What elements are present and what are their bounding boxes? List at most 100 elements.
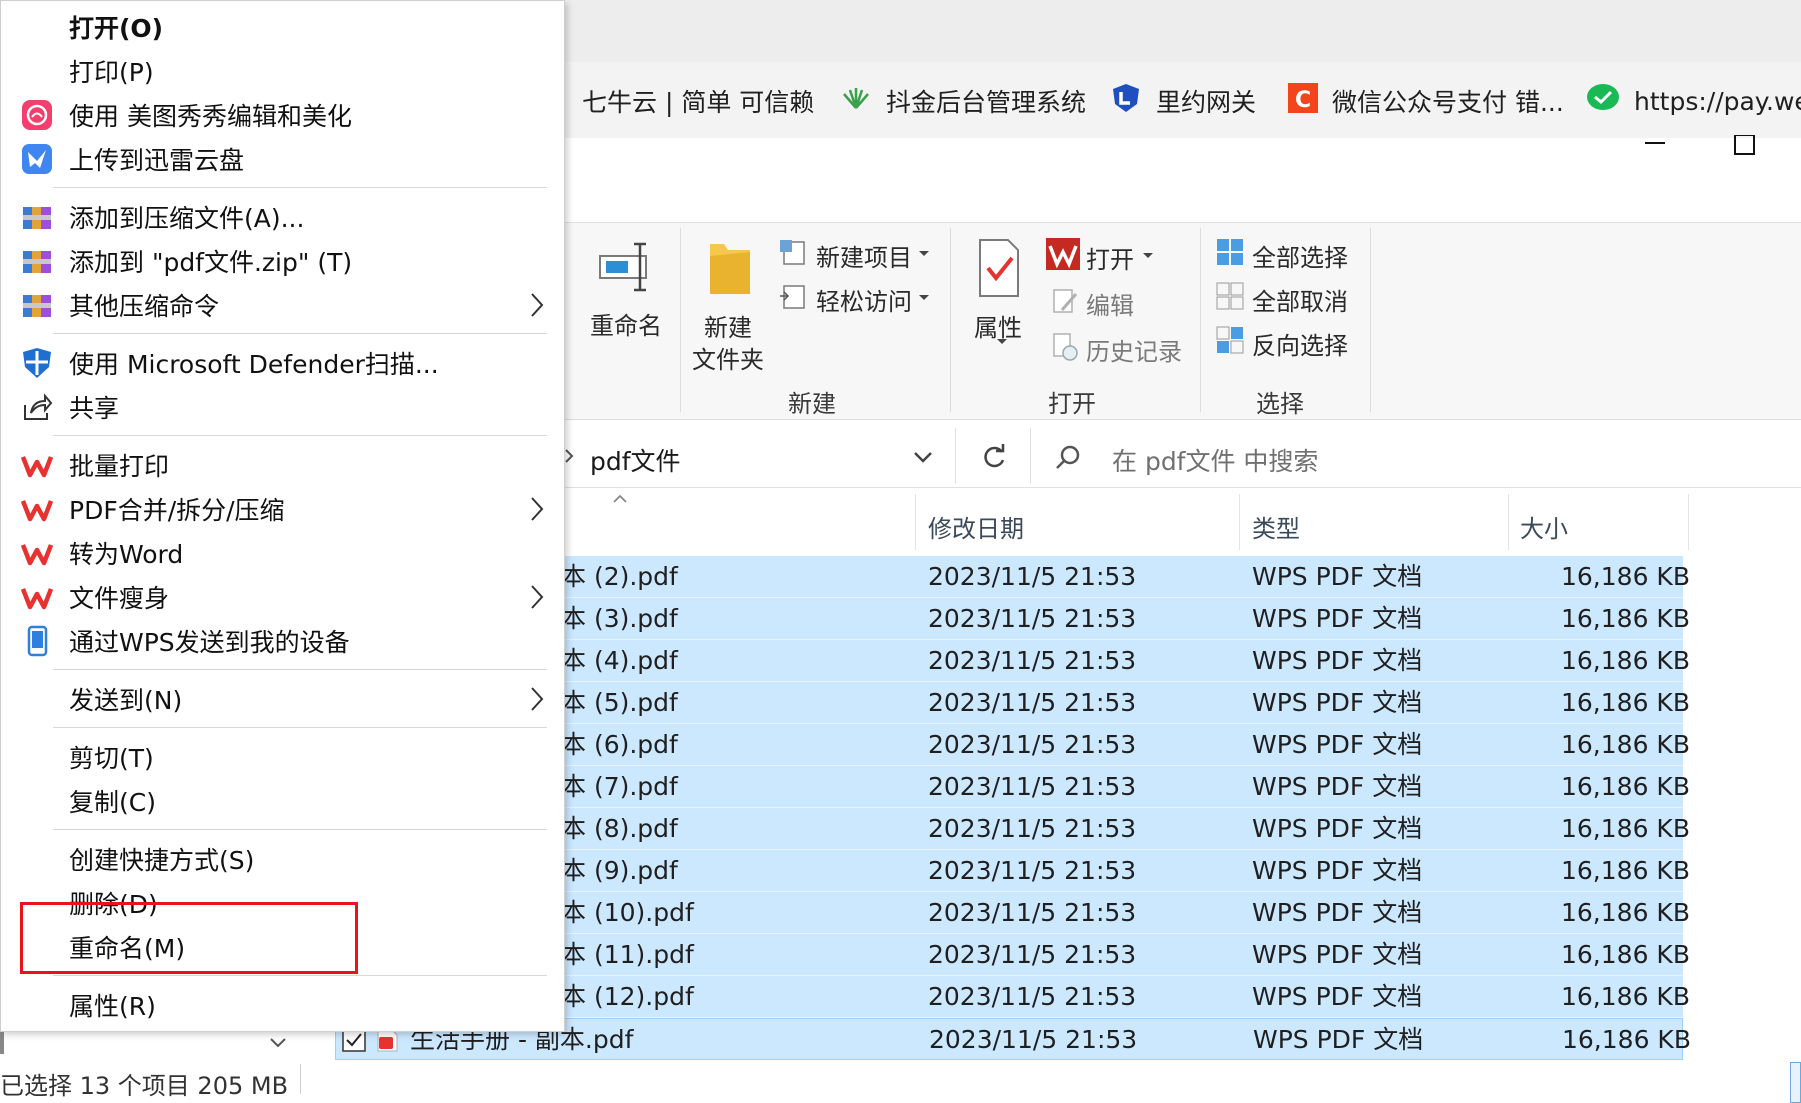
dropdown-caret-icon [919, 295, 929, 300]
easy-access-icon [780, 285, 805, 309]
file-size: 16,186 KB [1561, 982, 1690, 1011]
menu-item-slim[interactable]: 文件瘦身 [1, 575, 566, 619]
xunlei-icon [22, 144, 52, 174]
folder-icon [710, 244, 750, 294]
menu-item-share[interactable]: 共享 [1, 385, 566, 429]
open-ribbon-button[interactable]: 打开 [1046, 238, 1156, 274]
properties-ribbon-button[interactable]: 属性 [962, 236, 1042, 346]
mobile-device-icon [27, 625, 48, 657]
file-name: 本 (3).pdf [561, 604, 678, 633]
sort-ascending-icon [613, 494, 627, 503]
menu-separator [53, 829, 547, 830]
file-name: 本 (2).pdf [561, 562, 678, 591]
file-size: 16,186 KB [1561, 730, 1690, 759]
select-all-button[interactable]: 全部选择 [1216, 236, 1366, 272]
dropdown-caret-icon [997, 339, 1007, 344]
file-date: 2023/11/5 21:53 [928, 688, 1137, 717]
bookmark-doujin[interactable]: 抖金后台管理系统 [840, 84, 1086, 118]
file-date: 2023/11/5 21:53 [929, 1025, 1138, 1054]
menu-item-xunlei[interactable]: 上传到迅雷云盘 [1, 137, 566, 181]
file-name: 本 (8).pdf [561, 814, 678, 843]
rename-ribbon-button[interactable]: 重命名 [580, 234, 680, 344]
bookmark-qiniu[interactable]: 七牛云 | 简单 可信赖 [548, 84, 814, 118]
easy-access-button[interactable]: 轻松访问 [778, 280, 938, 316]
minimize-button[interactable] [1625, 135, 1685, 185]
file-type: WPS PDF 文档 [1252, 814, 1423, 843]
new-item-button[interactable]: 新建项目 [778, 236, 938, 272]
search-input[interactable]: 在 pdf文件 中搜索 [1040, 432, 1800, 482]
menu-item-other-compress[interactable]: 其他压缩命令 [1, 283, 566, 327]
menu-item-open[interactable]: 打开(O) [1, 5, 566, 49]
dropdown-caret-icon [1143, 253, 1153, 258]
wps-icon [1046, 238, 1080, 270]
column-header-date[interactable]: 修改日期 [928, 500, 1238, 552]
file-date: 2023/11/5 21:53 [928, 772, 1137, 801]
menu-item-cut[interactable]: 剪切(T) [1, 735, 566, 779]
menu-separator [53, 975, 547, 976]
menu-item-send-to[interactable]: 发送到(N) [1, 677, 566, 721]
file-type: WPS PDF 文档 [1252, 730, 1423, 759]
select-all-icon [1217, 239, 1243, 265]
ribbon-group-select-label: 选择 [1256, 390, 1304, 418]
menu-item-print[interactable]: 打印(P) [1, 49, 566, 93]
history-ribbon-button[interactable]: 历史记录 [1050, 330, 1190, 366]
menu-item-wps-send[interactable]: 通过WPS发送到我的设备 [1, 619, 566, 663]
new-item-icon [780, 240, 805, 265]
context-menu: 打开(O) 打印(P) 使用 美图秀秀编辑和美化 上传到迅雷云盘 添加到压缩文件… [0, 0, 565, 1032]
file-size: 16,186 KB [1562, 1025, 1691, 1054]
address-bar[interactable]: pdf文件 [560, 432, 955, 482]
file-date: 2023/11/5 21:53 [928, 940, 1137, 969]
maximize-button[interactable] [1715, 134, 1775, 185]
svg-text:C: C [1295, 88, 1311, 113]
file-type: WPS PDF 文档 [1252, 772, 1423, 801]
select-none-button[interactable]: 全部取消 [1216, 280, 1366, 316]
file-date: 2023/11/5 21:53 [928, 982, 1137, 1011]
file-type: WPS PDF 文档 [1252, 646, 1423, 675]
ribbon-group-open-label: 打开 [1048, 390, 1096, 418]
menu-separator [53, 435, 547, 436]
edit-ribbon-button[interactable]: 编辑 [1050, 284, 1160, 320]
wps-icon [21, 500, 53, 522]
edit-icon [1053, 289, 1078, 313]
defender-shield-icon [23, 348, 51, 378]
file-size: 16,186 KB [1561, 814, 1690, 843]
view-toggle-button[interactable] [1790, 1062, 1801, 1103]
menu-item-pdf-merge[interactable]: PDF合并/拆分/压缩 [1, 487, 566, 531]
file-name: 本 (4).pdf [561, 646, 678, 675]
file-size: 16,186 KB [1561, 688, 1690, 717]
bookmark-liyue[interactable]: 里约网关 [1110, 84, 1256, 118]
file-date: 2023/11/5 21:53 [928, 730, 1137, 759]
maximize-icon [1734, 134, 1755, 155]
status-bar-text: 已选择 13 个项目 205 MB [0, 1072, 289, 1100]
menu-item-to-word[interactable]: 转为Word [1, 531, 566, 575]
refresh-button[interactable] [960, 432, 1030, 482]
search-placeholder: 在 pdf文件 中搜索 [1112, 447, 1319, 476]
select-none-icon [1216, 282, 1244, 310]
bookmark-csdn[interactable]: C 微信公众号支付 错... [1288, 83, 1564, 118]
column-header-size[interactable]: 大小 [1520, 500, 1680, 552]
invert-selection-button[interactable]: 反向选择 [1216, 324, 1366, 360]
bookmark-wechat-pay[interactable]: https://pay.we [1586, 84, 1801, 118]
wps-icon [21, 588, 53, 610]
menu-item-add-archive[interactable]: 添加到压缩文件(A)... [1, 195, 566, 239]
menu-item-properties[interactable]: 属性(R) [1, 983, 566, 1027]
menu-item-add-zip[interactable]: 添加到 "pdf文件.zip" (T) [1, 239, 566, 283]
menu-item-defender[interactable]: 使用 Microsoft Defender扫描... [1, 341, 566, 385]
chevron-down-icon[interactable] [268, 1036, 288, 1050]
menu-separator [53, 333, 547, 334]
menu-item-batch-print[interactable]: 批量打印 [1, 443, 566, 487]
file-size: 16,186 KB [1561, 940, 1690, 969]
file-size: 16,186 KB [1561, 856, 1690, 885]
menu-item-copy[interactable]: 复制(C) [1, 779, 566, 823]
menu-item-create-shortcut[interactable]: 创建快捷方式(S) [1, 837, 566, 881]
chevron-right-icon [531, 687, 544, 711]
menu-separator [53, 669, 547, 670]
file-name: 本 (5).pdf [561, 688, 678, 717]
column-header-type[interactable]: 类型 [1252, 500, 1502, 552]
file-size: 16,186 KB [1561, 646, 1690, 675]
chevron-right-icon [531, 293, 544, 317]
new-folder-button[interactable]: 新建 文件夹 [690, 236, 780, 376]
share-icon [24, 393, 53, 420]
menu-item-meitu[interactable]: 使用 美图秀秀编辑和美化 [1, 93, 566, 137]
menu-separator [53, 187, 547, 188]
